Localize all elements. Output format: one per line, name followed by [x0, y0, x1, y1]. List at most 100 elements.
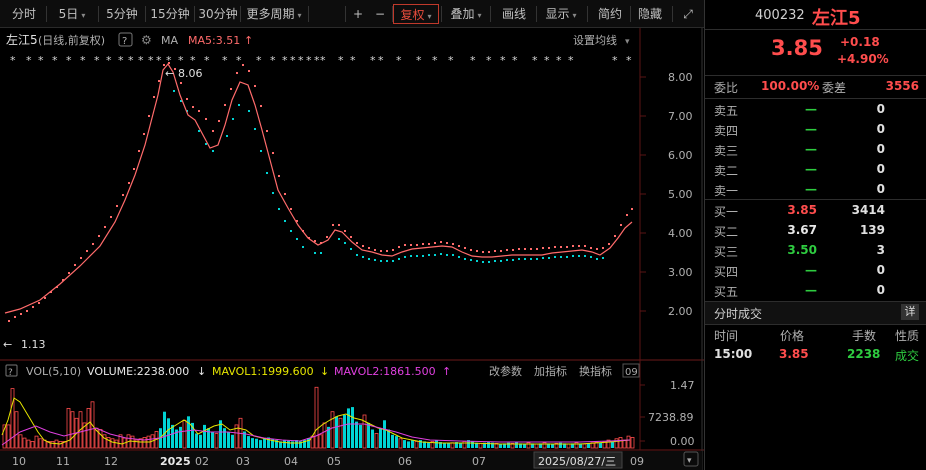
- upper-band-dot: [104, 226, 106, 228]
- chevron-down-icon: ▾: [297, 11, 302, 20]
- upper-band-dot: [122, 194, 124, 196]
- volume-settings-icon[interactable]: ?: [8, 368, 13, 378]
- toolbar-left-button-3[interactable]: 15分钟: [146, 4, 194, 24]
- toolbar-right-button-1[interactable]: −: [370, 4, 390, 24]
- upper-band-dot: [266, 130, 268, 132]
- volume-bar: [459, 442, 462, 448]
- upper-band-dot: [470, 249, 472, 251]
- lower-band-dot: [344, 242, 346, 244]
- upper-band-dot: [92, 243, 94, 245]
- toolbar-left-button-5[interactable]: 更多周期 ▾: [242, 4, 306, 24]
- ask-level-volume: 0: [876, 122, 885, 136]
- toolbar-right-button-0[interactable]: +: [348, 4, 368, 24]
- toolbar-right-button-3[interactable]: 叠加 ▾: [443, 4, 489, 24]
- xaxis-end-label: 09: [630, 455, 644, 468]
- chevron-down-icon: ▾: [477, 11, 482, 20]
- upper-band-dot: [602, 247, 604, 249]
- toolbar-separator: [308, 6, 309, 22]
- tick-price: 3.85: [779, 347, 809, 361]
- col-nature: 性质: [895, 329, 920, 343]
- price-tick-label: 4.00: [668, 227, 693, 240]
- panel-counter[interactable]: 09: [625, 367, 638, 378]
- signal-star-icon: *: [512, 54, 518, 67]
- volume-bar: [407, 441, 410, 448]
- toolbar-right-button-4[interactable]: 画线: [494, 4, 534, 24]
- toolbar-separator: [490, 6, 491, 22]
- bid-level-row: 买一 3.85 3414: [705, 201, 926, 221]
- upper-band-dot: [404, 244, 406, 246]
- signal-star-icon: *: [270, 54, 276, 67]
- swap-indicator-button[interactable]: 换指标: [579, 364, 612, 378]
- upper-band-dot: [398, 246, 400, 248]
- lower-band-dot: [440, 253, 442, 255]
- add-indicator-button[interactable]: 加指标: [534, 364, 567, 378]
- price-tick-label: 8.00: [668, 71, 693, 84]
- upper-band-dot: [494, 250, 496, 252]
- volume-bar: [383, 420, 386, 448]
- ask-level-label: 卖一: [714, 184, 739, 198]
- lower-band-dot: [452, 254, 454, 256]
- signal-star-icon: *: [486, 54, 492, 67]
- gear-icon[interactable]: ⚙: [141, 33, 152, 47]
- price-change: +0.18: [840, 35, 880, 49]
- volume-arrow-down-icon: ↓: [197, 365, 206, 378]
- upper-band-dot: [464, 247, 466, 249]
- upper-band-dot: [362, 245, 364, 247]
- time-axis-label: 04: [284, 455, 298, 468]
- toolbar-separator: [392, 6, 393, 22]
- lower-band-dot: [338, 238, 340, 240]
- toolbar-right-button-7[interactable]: 隐藏: [632, 4, 668, 24]
- upper-band-dot: [290, 208, 292, 210]
- toolbar-left-button-1[interactable]: 5日 ▾: [48, 4, 96, 24]
- detail-button[interactable]: 详: [901, 304, 919, 320]
- upper-band-dot: [350, 236, 352, 238]
- chevron-down-icon[interactable]: ▾: [687, 456, 692, 466]
- lower-band-dot: [530, 258, 532, 260]
- volume-bar: [291, 441, 294, 448]
- signal-star-icon: *: [544, 54, 550, 67]
- volume-bar: [251, 438, 254, 448]
- volume-bar: [207, 428, 210, 448]
- signal-star-icon: *: [612, 54, 618, 67]
- chevron-down-icon[interactable]: ▾: [625, 37, 630, 47]
- ma5-value: MA5:3.51: [188, 34, 240, 47]
- ticks-columns: 时间 价格 手数 性质: [705, 326, 926, 344]
- toolbar-right-button-6[interactable]: 简约: [590, 4, 630, 24]
- help-icon[interactable]: ?: [122, 36, 127, 47]
- volume-bar: [367, 422, 370, 448]
- toolbar-button-label: 复权: [400, 8, 425, 22]
- toolbar-left-button-2[interactable]: 5分钟: [100, 4, 144, 24]
- ask-level-row: 卖四 —0: [705, 120, 926, 140]
- ma5-arrow-up-icon: ↑: [244, 34, 253, 47]
- tick-time: 15:00: [714, 347, 753, 361]
- webi-value: 100.00%: [761, 79, 820, 93]
- toolbar-right-button-5[interactable]: 显示 ▾: [538, 4, 584, 24]
- toolbar-left-button-0[interactable]: 分时: [4, 4, 44, 24]
- lower-band-dot: [518, 258, 520, 260]
- toolbar-button-label: +: [352, 7, 364, 21]
- lower-band-dot: [554, 256, 556, 258]
- set-ma-button[interactable]: 设置均线: [573, 33, 617, 47]
- upper-band-dot: [148, 115, 150, 117]
- lower-band-dot: [434, 254, 436, 256]
- lower-band-dot: [205, 143, 207, 145]
- upper-band-dot: [80, 257, 82, 259]
- toolbar-button-label: 分时: [11, 7, 36, 21]
- upper-band-dot: [272, 152, 274, 154]
- volume-bar: [523, 444, 526, 448]
- volume-bar: [391, 434, 394, 448]
- edit-params-button[interactable]: 改参数: [489, 364, 522, 378]
- toolbar-right-button-8[interactable]: ⤢: [679, 4, 697, 24]
- mavol2-value: MAVOL2:1861.500: [334, 365, 436, 378]
- signal-star-icon: *: [256, 54, 262, 67]
- toolbar-left-button-4[interactable]: 30分钟: [196, 4, 240, 24]
- toolbar-right-button-2[interactable]: 复权 ▾: [393, 4, 439, 24]
- volume-bar: [199, 434, 202, 448]
- lower-band-dot: [232, 118, 234, 120]
- upper-band-dot: [572, 245, 574, 247]
- price-block: 3.85 +0.18 +4.90%: [705, 30, 926, 72]
- lower-band-dot: [542, 257, 544, 259]
- lower-band-dot: [350, 248, 352, 250]
- upper-band-dot: [138, 150, 140, 152]
- toolbar-button-label: 更多周期: [246, 7, 295, 21]
